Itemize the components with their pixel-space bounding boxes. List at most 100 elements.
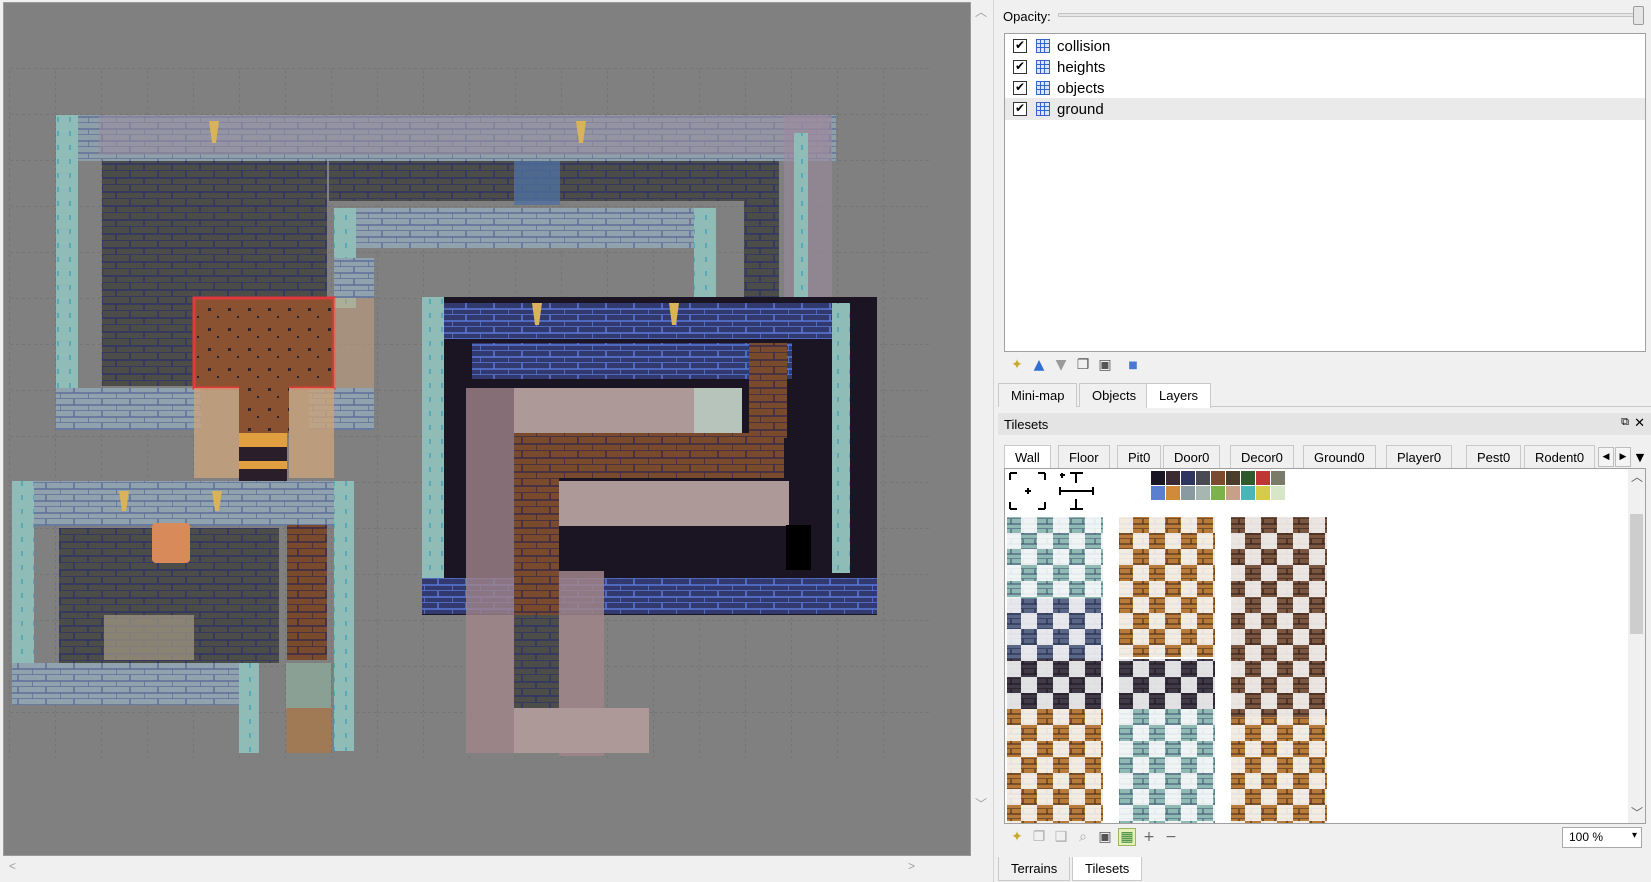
layer-name: collision bbox=[1057, 38, 1111, 55]
zoom-in-icon[interactable]: + bbox=[1140, 828, 1158, 846]
scrollbar-thumb[interactable] bbox=[1630, 514, 1643, 634]
scroll-right-arrow-icon[interactable]: > bbox=[908, 860, 915, 872]
palette-swatch[interactable] bbox=[1151, 471, 1165, 485]
tileset-tab-wall[interactable]: Wall bbox=[1004, 445, 1051, 470]
palette-swatch[interactable] bbox=[1181, 486, 1195, 500]
tile-layer-icon bbox=[1036, 60, 1050, 74]
tileset-selection-glyphs bbox=[1009, 472, 1094, 510]
tileset-wall-tiles[interactable] bbox=[1007, 517, 1327, 823]
export-tileset-icon[interactable]: ❑ bbox=[1052, 828, 1070, 846]
layer-properties-icon[interactable]: ■ bbox=[1124, 356, 1142, 374]
opacity-label: Opacity: bbox=[1003, 9, 1051, 24]
scroll-down-arrow-icon[interactable]: ﹀ bbox=[975, 798, 987, 810]
tile-layer-icon bbox=[1036, 39, 1050, 53]
layer-name: objects bbox=[1057, 80, 1105, 97]
tile-map[interactable] bbox=[4, 3, 971, 856]
zoom-value: 100 % bbox=[1569, 830, 1604, 844]
palette-swatch[interactable] bbox=[1211, 486, 1225, 500]
palette-swatch[interactable] bbox=[1256, 486, 1270, 500]
tilesets-title: Tilesets bbox=[1004, 417, 1049, 432]
layer-visibility-checkbox[interactable] bbox=[1013, 38, 1027, 53]
raise-layer-icon[interactable]: ▲ bbox=[1030, 356, 1048, 374]
palette-swatch[interactable] bbox=[1256, 471, 1270, 485]
palette-swatch[interactable] bbox=[1271, 486, 1285, 500]
tileset-tab-decor0[interactable]: Decor0 bbox=[1230, 445, 1294, 469]
layers-toolbar: ✦ ▲ ▼ ❐ ▣ ■ bbox=[1004, 354, 1644, 378]
chevron-down-icon: ▾ bbox=[1631, 830, 1637, 841]
import-tileset-icon[interactable]: ❐ bbox=[1030, 828, 1048, 846]
palette-swatch[interactable] bbox=[1181, 471, 1195, 485]
layer-row-ground[interactable]: ground bbox=[1005, 98, 1645, 120]
layer-row-objects[interactable]: objects bbox=[1005, 77, 1645, 99]
close-icon[interactable]: ✕ bbox=[1634, 415, 1645, 431]
palette-swatch[interactable] bbox=[1196, 471, 1210, 485]
layer-visibility-checkbox[interactable] bbox=[1013, 59, 1027, 74]
map-canvas[interactable] bbox=[3, 2, 971, 856]
tab-mini-map[interactable]: Mini-map bbox=[998, 383, 1078, 407]
edit-tileset-icon[interactable]: ⌕ bbox=[1074, 828, 1092, 846]
layer-row-collision[interactable]: collision bbox=[1005, 35, 1645, 57]
palette-swatch[interactable] bbox=[1271, 471, 1285, 485]
palette-swatch[interactable] bbox=[1226, 486, 1240, 500]
tileset-tab-door0[interactable]: Door0 bbox=[1163, 445, 1221, 469]
tileset-tab-rodent0[interactable]: Rodent0 bbox=[1524, 445, 1596, 469]
scroll-up-arrow-icon[interactable]: ︿ bbox=[1631, 471, 1643, 483]
delete-tileset-icon[interactable]: ▣ bbox=[1096, 828, 1114, 846]
map-horizontal-scrollbar[interactable]: < > bbox=[3, 856, 971, 877]
tab-tilesets[interactable]: Tilesets bbox=[1072, 857, 1143, 881]
dock-splitter[interactable] bbox=[993, 0, 997, 882]
right-dock-panel: Opacity: collision heights objects bbox=[998, 0, 1651, 882]
palette-swatch[interactable] bbox=[1241, 486, 1255, 500]
tileset-view[interactable]: ︿ ﹀ bbox=[1004, 468, 1646, 824]
tileset-tab-pit0[interactable]: Pit0 bbox=[1117, 445, 1162, 469]
layer-name: ground bbox=[1057, 101, 1104, 118]
float-panel-icon[interactable]: ⧉ bbox=[1621, 416, 1629, 429]
map-view: ︿ ﹀ < > bbox=[0, 0, 993, 882]
layer-visibility-checkbox[interactable] bbox=[1013, 101, 1027, 116]
layer-visibility-checkbox[interactable] bbox=[1013, 80, 1027, 95]
scroll-down-arrow-icon[interactable]: ﹀ bbox=[1631, 807, 1643, 819]
tab-scroll-left-icon[interactable]: ◀ bbox=[1598, 447, 1614, 467]
palette-swatch[interactable] bbox=[1196, 486, 1210, 500]
layer-name: heights bbox=[1057, 59, 1106, 76]
tileset-image-icon[interactable]: ▦ bbox=[1118, 828, 1136, 846]
layers-list[interactable]: collision heights objects ground bbox=[1004, 33, 1646, 352]
zoom-select[interactable]: 100 % ▾ bbox=[1562, 827, 1642, 848]
opacity-row: Opacity: bbox=[998, 0, 1651, 30]
duplicate-layer-icon[interactable]: ❐ bbox=[1074, 356, 1092, 374]
bottom-tab-bar: Terrains Tilesets bbox=[998, 855, 1651, 882]
tile-layer-icon bbox=[1036, 81, 1050, 95]
tileset-tab-floor[interactable]: Floor bbox=[1058, 445, 1110, 469]
tileset-grid[interactable] bbox=[1005, 469, 1629, 823]
tab-scroll-right-icon[interactable]: ▶ bbox=[1615, 447, 1631, 467]
new-layer-icon[interactable]: ✦ bbox=[1008, 356, 1026, 374]
zoom-out-icon[interactable]: − bbox=[1162, 828, 1180, 846]
delete-layer-icon[interactable]: ▣ bbox=[1096, 356, 1114, 374]
tileset-toolbar: ✦ ❐ ❑ ⌕ ▣ ▦ + − 100 % ▾ bbox=[1004, 826, 1650, 850]
layer-row-heights[interactable]: heights bbox=[1005, 56, 1645, 78]
tab-list-dropdown-icon[interactable]: ▼ bbox=[1632, 447, 1648, 467]
palette-swatch[interactable] bbox=[1226, 471, 1240, 485]
map-vertical-scrollbar[interactable]: ︿ ﹀ bbox=[971, 2, 990, 856]
opacity-slider-handle[interactable] bbox=[1633, 6, 1644, 25]
palette-swatch[interactable] bbox=[1166, 471, 1180, 485]
tileset-tab-pest0[interactable]: Pest0 bbox=[1466, 445, 1522, 469]
tileset-palette[interactable] bbox=[1151, 471, 1285, 500]
palette-swatch[interactable] bbox=[1211, 471, 1225, 485]
tab-layers[interactable]: Layers bbox=[1146, 383, 1212, 408]
tab-terrains[interactable]: Terrains bbox=[998, 857, 1071, 881]
tilesets-panel-header: Tilesets ⧉ ✕ bbox=[998, 413, 1651, 435]
dock-tab-bar: Mini-map Objects Layers bbox=[998, 383, 1651, 408]
new-tileset-icon[interactable]: ✦ bbox=[1008, 828, 1026, 846]
scroll-left-arrow-icon[interactable]: < bbox=[9, 860, 16, 872]
palette-swatch[interactable] bbox=[1166, 486, 1180, 500]
tab-objects[interactable]: Objects bbox=[1079, 383, 1150, 407]
tileset-vertical-scrollbar[interactable]: ︿ ﹀ bbox=[1628, 469, 1645, 823]
palette-swatch[interactable] bbox=[1241, 471, 1255, 485]
lower-layer-icon[interactable]: ▼ bbox=[1052, 356, 1070, 374]
tileset-tab-ground0[interactable]: Ground0 bbox=[1303, 445, 1376, 469]
scroll-up-arrow-icon[interactable]: ︿ bbox=[975, 6, 987, 18]
tileset-tab-player0[interactable]: Player0 bbox=[1386, 445, 1453, 469]
palette-swatch[interactable] bbox=[1151, 486, 1165, 500]
opacity-slider[interactable] bbox=[1058, 13, 1640, 17]
